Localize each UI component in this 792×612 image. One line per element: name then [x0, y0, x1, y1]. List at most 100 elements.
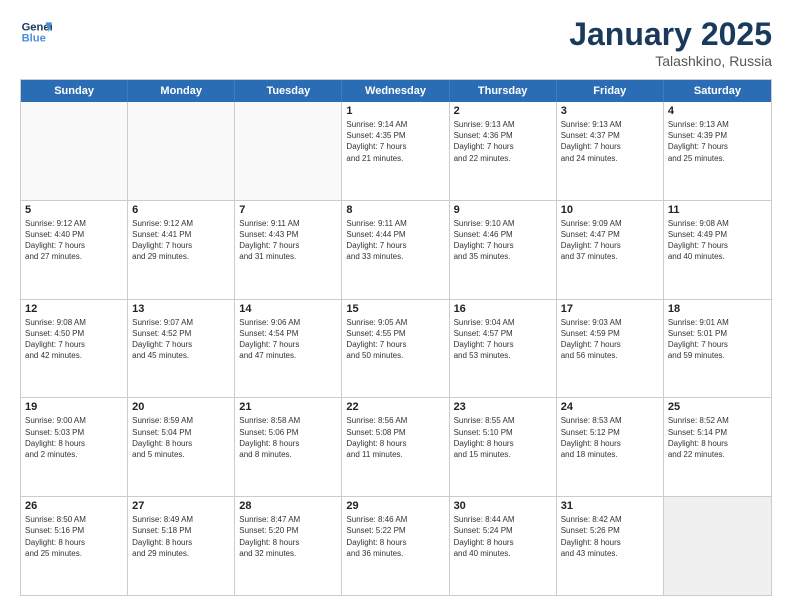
day-info: Sunrise: 9:03 AM Sunset: 4:59 PM Dayligh… — [561, 317, 659, 362]
day-info: Sunrise: 8:44 AM Sunset: 5:24 PM Dayligh… — [454, 514, 552, 559]
day-number: 15 — [346, 303, 444, 315]
calendar-cell: 2 Sunrise: 9:13 AM Sunset: 4:36 PM Daylig… — [450, 102, 557, 200]
calendar-cell: 26 Sunrise: 8:50 AM Sunset: 5:16 PM Dayli… — [21, 497, 128, 595]
day-info: Sunrise: 9:06 AM Sunset: 4:54 PM Dayligh… — [239, 317, 337, 362]
day-info: Sunrise: 8:49 AM Sunset: 5:18 PM Dayligh… — [132, 514, 230, 559]
calendar-cell: 28 Sunrise: 8:47 AM Sunset: 5:20 PM Dayli… — [235, 497, 342, 595]
day-number: 11 — [668, 204, 767, 216]
weekday-header: Thursday — [450, 80, 557, 102]
calendar-cell: 11Sunrise: 9:08 AM Sunset: 4:49 PM Dayli… — [664, 201, 771, 299]
calendar-cell: 29Sunrise: 8:46 AM Sunset: 5:22 PM Dayli… — [342, 497, 449, 595]
day-number: 27 — [132, 500, 230, 512]
calendar-cell: 5Sunrise: 9:12 AM Sunset: 4:40 PM Daylig… — [21, 201, 128, 299]
calendar-row: 1 Sunrise: 9:14 AM Sunset: 4:35 PM Daylig… — [21, 102, 771, 200]
day-number: 5 — [25, 204, 123, 216]
weekday-header: Saturday — [664, 80, 771, 102]
day-info: Sunrise: 9:01 AM Sunset: 5:01 PM Dayligh… — [668, 317, 767, 362]
calendar-row: 19 Sunrise: 9:00 AM Sunset: 5:03 PM Dayli… — [21, 397, 771, 496]
day-info: Sunrise: 9:00 AM Sunset: 5:03 PM Dayligh… — [25, 415, 123, 460]
svg-text:Blue: Blue — [22, 33, 46, 45]
header: General Blue January 2025 Talashkino, Ru… — [20, 16, 772, 69]
day-number: 12 — [25, 303, 123, 315]
day-number: 8 — [346, 204, 444, 216]
calendar: SundayMondayTuesdayWednesdayThursdayFrid… — [20, 79, 772, 596]
month-year-title: January 2025 — [569, 16, 772, 53]
calendar-header: SundayMondayTuesdayWednesdayThursdayFrid… — [21, 80, 771, 102]
day-number: 2 — [454, 105, 552, 117]
day-number: 31 — [561, 500, 659, 512]
logo-icon: General Blue — [20, 16, 52, 48]
calendar-cell: 3 Sunrise: 9:13 AM Sunset: 4:37 PM Daylig… — [557, 102, 664, 200]
calendar-row: 26 Sunrise: 8:50 AM Sunset: 5:16 PM Dayli… — [21, 496, 771, 595]
day-number: 26 — [25, 500, 123, 512]
calendar-cell: 17 Sunrise: 9:03 AM Sunset: 4:59 PM Dayli… — [557, 300, 664, 398]
calendar-cell: 6Sunrise: 9:12 AM Sunset: 4:41 PM Daylig… — [128, 201, 235, 299]
calendar-cell: 30Sunrise: 8:44 AM Sunset: 5:24 PM Dayli… — [450, 497, 557, 595]
day-info: Sunrise: 8:53 AM Sunset: 5:12 PM Dayligh… — [561, 415, 659, 460]
calendar-cell: 31 Sunrise: 8:42 AM Sunset: 5:26 PM Dayli… — [557, 497, 664, 595]
day-number: 29 — [346, 500, 444, 512]
day-number: 21 — [239, 401, 337, 413]
calendar-cell: 1 Sunrise: 9:14 AM Sunset: 4:35 PM Daylig… — [342, 102, 449, 200]
calendar-cell — [664, 497, 771, 595]
day-number: 20 — [132, 401, 230, 413]
logo: General Blue — [20, 16, 52, 48]
day-info: Sunrise: 9:13 AM Sunset: 4:37 PM Dayligh… — [561, 119, 659, 164]
day-number: 6 — [132, 204, 230, 216]
day-number: 10 — [561, 204, 659, 216]
calendar-cell: 8 Sunrise: 9:11 AM Sunset: 4:44 PM Daylig… — [342, 201, 449, 299]
calendar-cell — [235, 102, 342, 200]
weekday-header: Sunday — [21, 80, 128, 102]
calendar-cell: 23Sunrise: 8:55 AM Sunset: 5:10 PM Dayli… — [450, 398, 557, 496]
location-subtitle: Talashkino, Russia — [569, 53, 772, 69]
calendar-cell: 12 Sunrise: 9:08 AM Sunset: 4:50 PM Dayli… — [21, 300, 128, 398]
calendar-cell: 14 Sunrise: 9:06 AM Sunset: 4:54 PM Dayli… — [235, 300, 342, 398]
calendar-row: 5Sunrise: 9:12 AM Sunset: 4:40 PM Daylig… — [21, 200, 771, 299]
calendar-cell — [21, 102, 128, 200]
calendar-cell: 21 Sunrise: 8:58 AM Sunset: 5:06 PM Dayli… — [235, 398, 342, 496]
day-info: Sunrise: 9:14 AM Sunset: 4:35 PM Dayligh… — [346, 119, 444, 164]
day-info: Sunrise: 8:50 AM Sunset: 5:16 PM Dayligh… — [25, 514, 123, 559]
day-info: Sunrise: 9:13 AM Sunset: 4:36 PM Dayligh… — [454, 119, 552, 164]
day-number: 17 — [561, 303, 659, 315]
day-number: 7 — [239, 204, 337, 216]
calendar-cell: 22 Sunrise: 8:56 AM Sunset: 5:08 PM Dayli… — [342, 398, 449, 496]
day-number: 16 — [454, 303, 552, 315]
day-number: 22 — [346, 401, 444, 413]
calendar-cell: 27 Sunrise: 8:49 AM Sunset: 5:18 PM Dayli… — [128, 497, 235, 595]
day-info: Sunrise: 9:04 AM Sunset: 4:57 PM Dayligh… — [454, 317, 552, 362]
calendar-cell: 25 Sunrise: 8:52 AM Sunset: 5:14 PM Dayli… — [664, 398, 771, 496]
calendar-cell: 24 Sunrise: 8:53 AM Sunset: 5:12 PM Dayli… — [557, 398, 664, 496]
day-info: Sunrise: 8:58 AM Sunset: 5:06 PM Dayligh… — [239, 415, 337, 460]
day-info: Sunrise: 8:47 AM Sunset: 5:20 PM Dayligh… — [239, 514, 337, 559]
calendar-cell: 18 Sunrise: 9:01 AM Sunset: 5:01 PM Dayli… — [664, 300, 771, 398]
day-info: Sunrise: 8:42 AM Sunset: 5:26 PM Dayligh… — [561, 514, 659, 559]
day-info: Sunrise: 9:08 AM Sunset: 4:50 PM Dayligh… — [25, 317, 123, 362]
day-number: 24 — [561, 401, 659, 413]
day-number: 13 — [132, 303, 230, 315]
weekday-header: Wednesday — [342, 80, 449, 102]
calendar-cell: 15Sunrise: 9:05 AM Sunset: 4:55 PM Dayli… — [342, 300, 449, 398]
day-number: 3 — [561, 105, 659, 117]
day-info: Sunrise: 8:52 AM Sunset: 5:14 PM Dayligh… — [668, 415, 767, 460]
day-info: Sunrise: 9:09 AM Sunset: 4:47 PM Dayligh… — [561, 218, 659, 263]
day-number: 1 — [346, 105, 444, 117]
day-number: 9 — [454, 204, 552, 216]
calendar-cell: 10 Sunrise: 9:09 AM Sunset: 4:47 PM Dayli… — [557, 201, 664, 299]
calendar-cell: 4Sunrise: 9:13 AM Sunset: 4:39 PM Daylig… — [664, 102, 771, 200]
day-number: 25 — [668, 401, 767, 413]
day-info: Sunrise: 8:56 AM Sunset: 5:08 PM Dayligh… — [346, 415, 444, 460]
day-number: 28 — [239, 500, 337, 512]
day-info: Sunrise: 9:11 AM Sunset: 4:44 PM Dayligh… — [346, 218, 444, 263]
day-info: Sunrise: 8:55 AM Sunset: 5:10 PM Dayligh… — [454, 415, 552, 460]
day-number: 19 — [25, 401, 123, 413]
day-info: Sunrise: 8:59 AM Sunset: 5:04 PM Dayligh… — [132, 415, 230, 460]
page: General Blue January 2025 Talashkino, Ru… — [0, 0, 792, 612]
day-number: 4 — [668, 105, 767, 117]
calendar-body: 1 Sunrise: 9:14 AM Sunset: 4:35 PM Daylig… — [21, 102, 771, 595]
weekday-header: Tuesday — [235, 80, 342, 102]
day-number: 14 — [239, 303, 337, 315]
day-number: 18 — [668, 303, 767, 315]
calendar-row: 12 Sunrise: 9:08 AM Sunset: 4:50 PM Dayli… — [21, 299, 771, 398]
day-info: Sunrise: 9:07 AM Sunset: 4:52 PM Dayligh… — [132, 317, 230, 362]
